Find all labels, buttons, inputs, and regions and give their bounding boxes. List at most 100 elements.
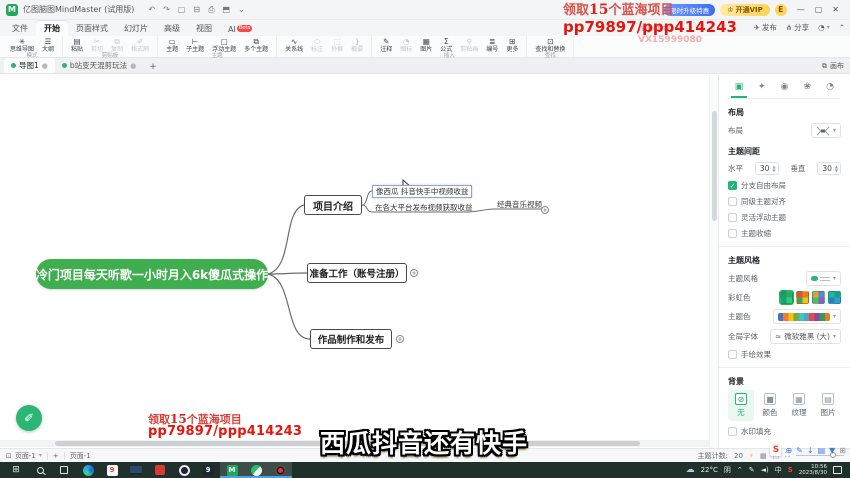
speaker-icon[interactable]: ◄) <box>761 466 769 474</box>
checkbox-watermark[interactable]: ✓水印填充 <box>728 426 841 437</box>
mindmaster-taskbar-icon[interactable]: M <box>220 462 244 478</box>
save-icon[interactable]: ⎙ <box>205 5 217 15</box>
collapse-ribbon-icon[interactable]: ⌃ <box>839 23 845 32</box>
new-doc-tab-button[interactable]: + <box>143 62 163 73</box>
account-avatar[interactable]: E <box>775 4 787 16</box>
outline-mode-button[interactable]: ☰大纲 <box>38 37 58 53</box>
central-topic-node[interactable]: 冷门项目每天听歌一小时月入6k傻瓜式操作 <box>36 259 268 289</box>
board-tool-icon[interactable]: ▤ <box>818 446 826 455</box>
task-view-icon[interactable] <box>52 462 76 478</box>
clock[interactable]: 10:56 2023/8/30 <box>799 464 827 477</box>
branch-node-intro[interactable]: 项目介绍 <box>304 195 362 215</box>
tab-slides[interactable]: 幻灯片 <box>116 21 156 36</box>
screen-tool-logo[interactable]: S <box>770 445 781 456</box>
publish-button[interactable]: ✈发布 <box>754 22 777 33</box>
numbering-button[interactable]: ≣编号 <box>482 37 502 53</box>
weather-temp[interactable]: 22°C <box>701 466 718 474</box>
select-tool-icon[interactable]: ⊕ <box>785 446 792 455</box>
minimize-button[interactable]: — <box>792 5 810 14</box>
global-font-dropdown[interactable]: ≈微软雅黑 (大)▾ <box>770 329 841 344</box>
more-icon[interactable]: ⌄ <box>235 5 248 15</box>
stepper-arrows-icon[interactable]: ▲▼ <box>835 165 838 173</box>
checkbox-align-sibling[interactable]: ✓同级主题对齐 <box>728 196 841 207</box>
export-icon[interactable]: ⬒ <box>219 5 233 15</box>
taskbar-search-icon[interactable] <box>28 462 52 478</box>
history-button[interactable]: ◔▾ <box>818 23 830 32</box>
grid-tool-icon[interactable]: ⊞ <box>839 446 846 455</box>
recorder-taskbar-icon[interactable] <box>268 462 292 478</box>
find-replace-button[interactable]: ⊡查找和替换 <box>531 37 569 53</box>
paste-button[interactable]: ▤粘贴 <box>67 37 87 53</box>
app-icon-green-toggle[interactable] <box>244 462 268 478</box>
tray-s-icon[interactable]: S <box>788 466 793 474</box>
mindmap-canvas[interactable]: 冷门项目每天听歌一小时月入6k傻瓜式操作 项目介绍 像西瓜 抖音快手中视频收益 … <box>0 75 709 448</box>
floating-topic-button[interactable]: ▢浮动主题 <box>208 37 240 53</box>
checkbox-checked-icon[interactable]: ✓ <box>728 181 737 190</box>
subtopic-node-editing[interactable]: 像西瓜 抖音快手中视频收益 <box>372 185 472 198</box>
tray-expand-icon[interactable]: ⌃ <box>737 466 743 474</box>
checkbox-icon[interactable]: ✓ <box>728 350 737 359</box>
bg-option-texture[interactable]: ▦纹理 <box>786 390 812 421</box>
vertical-scrollbar[interactable] <box>709 75 718 448</box>
checkbox-free-branch-layout[interactable]: ✓分支自由布局 <box>728 180 841 191</box>
branch-node-prepare[interactable]: 准备工作（账号注册） <box>307 263 407 283</box>
weather-condition[interactable]: 阴 <box>724 465 731 475</box>
rainbow-option-1[interactable] <box>780 291 793 304</box>
doc-tab-2[interactable]: b站变天混剪玩法 ● <box>55 58 143 73</box>
rainbow-option-4[interactable] <box>828 291 841 304</box>
stepper-arrows-icon[interactable]: ▲▼ <box>772 165 775 173</box>
add-page-button[interactable]: + <box>53 452 59 460</box>
formula-button[interactable]: Σ公式 <box>436 37 456 53</box>
tab-file[interactable]: 文件 <box>4 21 36 36</box>
fit-window-icon[interactable]: ▦ <box>760 452 767 460</box>
bg-option-image[interactable]: ▤图片 <box>815 390 841 421</box>
app-icon-red[interactable] <box>148 462 172 478</box>
cut-button[interactable]: ✂剪切 <box>87 37 107 53</box>
weather-icon[interactable]: ☁ <box>686 465 695 475</box>
start-button[interactable]: ⊞ <box>4 462 28 478</box>
checkbox-icon[interactable]: ✓ <box>728 197 737 206</box>
doc-tab-close-icon[interactable]: ● <box>42 62 48 70</box>
pen-tray-icon[interactable]: ✎ <box>749 466 755 474</box>
open-file-icon[interactable]: ⊟ <box>190 5 203 15</box>
redo-icon[interactable]: ↷ <box>160 5 173 15</box>
filter-tool-icon[interactable]: ▼ <box>829 446 835 455</box>
tab-page-style[interactable]: 页面样式 <box>68 21 116 36</box>
summary-button[interactable]: ❵概要 <box>347 37 367 53</box>
sidebar-tab-theme[interactable]: ❀ <box>799 82 815 92</box>
sidebar-tab-marker[interactable]: ◉ <box>777 82 793 92</box>
more-insert-button[interactable]: ⊞更多 <box>502 37 522 53</box>
bg-option-none[interactable]: ⊘无 <box>728 390 754 421</box>
app-icon-nine[interactable]: 9 <box>196 462 220 478</box>
relationship-button[interactable]: ∿关系线 <box>281 37 307 53</box>
sidebar-tab-history[interactable]: ◔ <box>822 82 838 92</box>
tab-ai[interactable]: AIBeta <box>220 23 260 36</box>
download-tool-icon[interactable]: ↓ <box>807 446 814 455</box>
tab-home[interactable]: 开始 <box>36 21 68 36</box>
doc-tab-1[interactable]: 导图1 ● <box>4 58 55 73</box>
callout-button[interactable]: ⬭标注 <box>307 37 327 53</box>
checkbox-icon[interactable]: ✓ <box>728 427 737 436</box>
page-tab[interactable]: 页面-1 <box>70 451 91 461</box>
multi-topic-button[interactable]: ⧉多个主题 <box>240 37 272 53</box>
undo-icon[interactable]: ↶ <box>145 5 158 15</box>
format-painter-button[interactable]: ✐格式刷 <box>127 37 153 53</box>
tip-icon[interactable]: ⚡ <box>749 452 754 460</box>
subtopic-node-platforms[interactable]: 在各大平台发布视频获取收益 <box>375 202 473 213</box>
checkbox-hand-drawn[interactable]: ✓手绘效果 <box>728 349 841 360</box>
close-button[interactable]: ✕ <box>827 5 844 14</box>
vertical-scrollbar-thumb[interactable] <box>712 111 717 221</box>
mindmap-mode-button[interactable]: ✳思维导图 <box>6 37 38 53</box>
topic-button[interactable]: ▭主题 <box>162 37 182 53</box>
action-center-icon[interactable] <box>833 466 842 474</box>
maximize-button[interactable]: ▢ <box>810 5 828 14</box>
pen-tool-icon[interactable]: ✎ <box>796 446 803 455</box>
rainbow-option-2[interactable] <box>796 291 809 304</box>
floating-assistant-button[interactable]: ✐ <box>16 405 42 431</box>
checkbox-icon[interactable]: ✓ <box>728 229 737 238</box>
sidebar-tab-layout[interactable]: ▣ <box>731 82 747 92</box>
app-icon-laptop[interactable] <box>124 462 148 478</box>
clipart-button[interactable]: ⚲剪贴画 <box>456 37 482 53</box>
doc-tab-close-icon[interactable]: ● <box>130 62 136 70</box>
rainbow-option-3[interactable] <box>812 291 825 304</box>
